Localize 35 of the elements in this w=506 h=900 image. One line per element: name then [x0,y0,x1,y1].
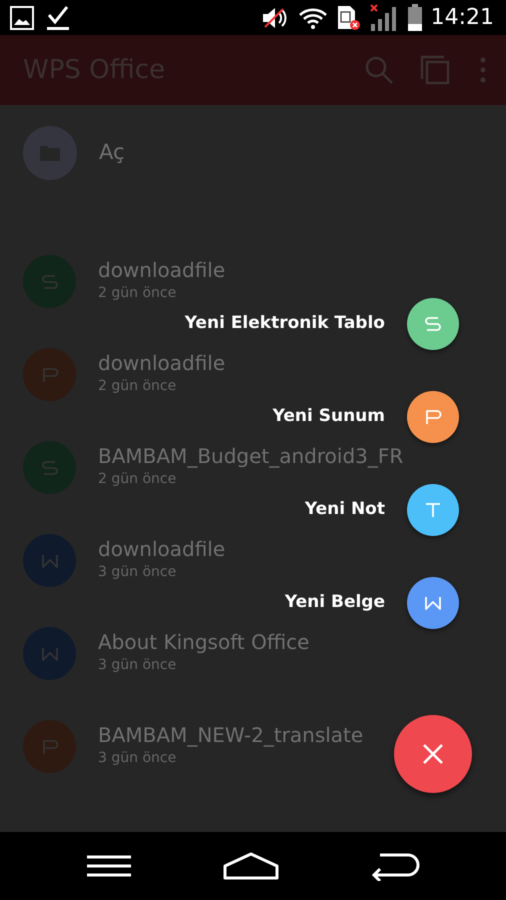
battery-icon [406,4,423,32]
open-label: Aç [99,138,125,166]
file-name: downloadfile [98,257,226,283]
wifi-icon [298,6,328,28]
file-date: 3 gün önce [98,656,178,675]
file-name: BAMBAM_Budget_android3_FR [98,443,404,469]
fab-menu-label: Yeni Sunum [272,405,385,428]
file-name: downloadfile [98,536,226,562]
open-row[interactable]: Aç [0,105,506,200]
image-icon [10,6,34,30]
fab-menu-label: Yeni Belge [284,591,385,614]
file-date: 2 gün önce [98,284,178,303]
file-name: About Kingsoft Office [98,629,310,655]
download-done-icon [46,4,70,30]
fab-menu-button[interactable] [407,391,459,443]
back-icon[interactable] [370,851,420,881]
close-icon [422,743,444,765]
fab-menu-button[interactable] [407,298,459,350]
file-name: downloadfile [98,350,226,376]
folder-icon [39,144,61,162]
home-icon[interactable] [222,852,279,880]
fab-menu-button[interactable] [407,577,459,629]
file-date: 3 gün önce [98,563,178,582]
file-name: BAMBAM_NEW-2_translate [98,722,364,748]
no-signal-icon [370,4,398,32]
fab-menu-button[interactable] [407,484,459,536]
file-date: 3 gün önce [98,749,178,768]
clock: 14:21 [430,4,494,32]
menu-icon[interactable] [86,854,132,878]
file-date: 2 gün önce [98,470,178,489]
fab-menu-label: Yeni Elektronik Tablo [184,312,385,336]
sim-card-icon [336,4,361,30]
fab-menu-label: Yeni Not [304,498,385,522]
muted-speaker-icon [260,6,289,30]
file-date: 2 gün önce [98,377,178,396]
